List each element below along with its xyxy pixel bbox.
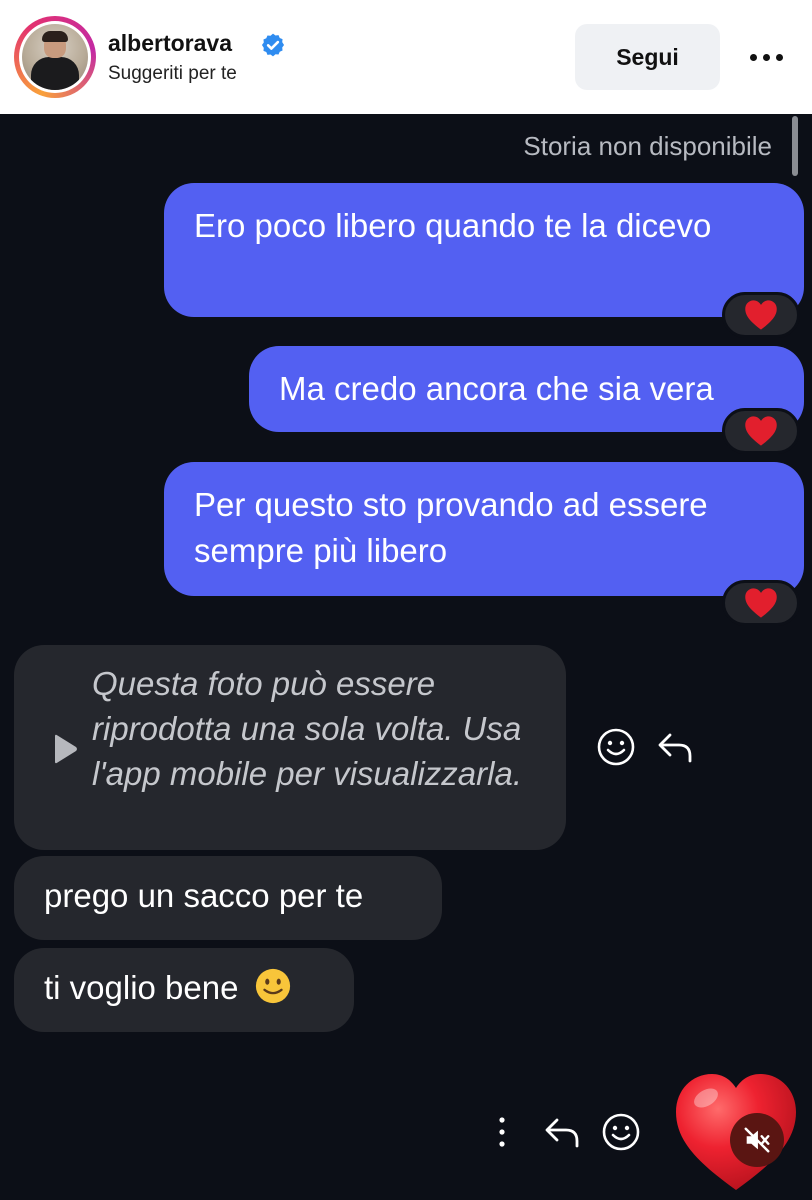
view-once-photo-message[interactable]: Questa foto può essere riprodotta una so… xyxy=(14,645,566,850)
view-once-notice: Questa foto può essere riprodotta una so… xyxy=(92,665,522,792)
heart-reaction[interactable] xyxy=(722,408,800,454)
more-vertical-icon[interactable] xyxy=(496,1114,508,1150)
heart-reaction-icon xyxy=(745,588,777,618)
outgoing-message[interactable]: Ero poco libero quando te la dicevo xyxy=(164,183,804,317)
message-text: Ero poco libero quando te la dicevo xyxy=(194,207,712,244)
avatar-story-ring[interactable] xyxy=(14,16,96,98)
message-text: ti voglio bene xyxy=(44,969,239,1006)
post-header: albertorava Suggeriti per te Segui xyxy=(0,0,812,114)
emoji-react-icon[interactable] xyxy=(596,727,636,767)
message-text: prego un sacco per te xyxy=(44,877,364,914)
avatar xyxy=(19,21,91,93)
mute-toggle-button[interactable] xyxy=(730,1113,784,1167)
message-text: Per questo sto provando ad essere sempre… xyxy=(194,486,708,569)
story-unavailable-label: Storia non disponibile xyxy=(523,131,772,161)
heart-reaction[interactable] xyxy=(722,580,800,626)
incoming-message[interactable]: ti voglio bene xyxy=(14,948,354,1032)
username-link[interactable]: albertorava xyxy=(108,30,232,57)
follow-button[interactable]: Segui xyxy=(575,24,720,90)
verified-badge-icon xyxy=(261,33,285,57)
play-icon xyxy=(55,734,77,764)
outgoing-message[interactable]: Ma credo ancora che sia vera xyxy=(249,346,804,432)
message-text: Ma credo ancora che sia vera xyxy=(279,370,714,407)
emoji-react-icon[interactable] xyxy=(601,1112,641,1152)
scrollbar[interactable] xyxy=(792,116,798,176)
incoming-message[interactable]: prego un sacco per te xyxy=(14,856,442,940)
heart-reaction-icon xyxy=(745,416,777,446)
reply-icon[interactable] xyxy=(655,727,695,767)
heart-reaction[interactable] xyxy=(722,292,800,338)
outgoing-message[interactable]: Per questo sto provando ad essere sempre… xyxy=(164,462,804,596)
heart-reaction-icon xyxy=(745,300,777,330)
more-options-icon[interactable] xyxy=(744,40,788,74)
slightly-smiling-face-emoji xyxy=(255,968,290,1004)
muted-speaker-icon xyxy=(744,1127,770,1153)
suggestion-subtitle: Suggeriti per te xyxy=(108,63,237,84)
reply-icon[interactable] xyxy=(542,1112,582,1152)
